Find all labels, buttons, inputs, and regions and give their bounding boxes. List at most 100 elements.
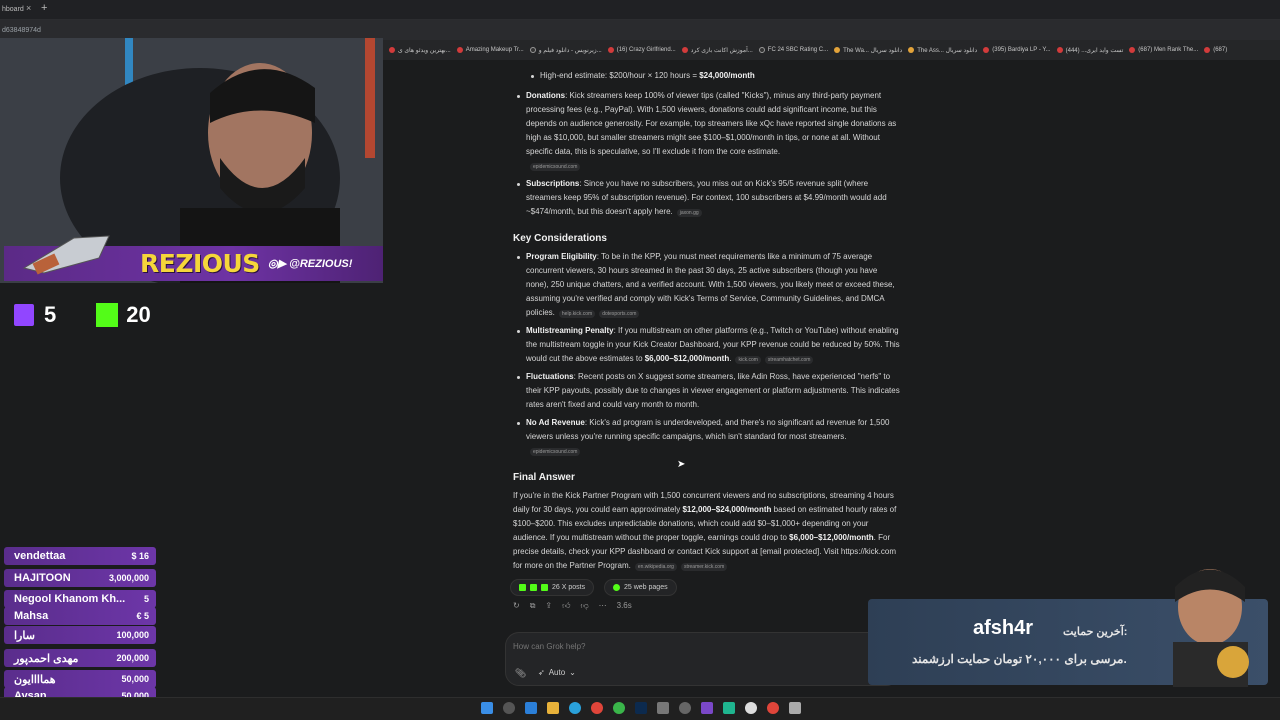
source-chip[interactable]: dotesports.com	[599, 310, 640, 318]
fluctuations-item: Fluctuations: Recent posts on X suggest …	[526, 372, 900, 409]
response-time: 3.6s	[616, 601, 632, 610]
bookmark[interactable]: بهترین ویدئو های ی...	[389, 47, 451, 54]
subscriptions-item: Subscriptions: Since you have no subscri…	[526, 179, 887, 217]
bookmark[interactable]: (687) Men Rank The...	[1129, 47, 1198, 53]
bookmark[interactable]: (687)	[1204, 47, 1227, 53]
obs-icon[interactable]	[745, 702, 757, 714]
chrome-icon[interactable]	[591, 702, 603, 714]
response-actions: ↻ ⧉ ⇪ 👍︎ 👎︎ ⋯ 3.6s	[513, 601, 632, 611]
multistreaming-item: Multistreaming Penalty: If you multistre…	[526, 326, 900, 364]
chrome-alt-icon[interactable]	[767, 702, 779, 714]
rider-icon[interactable]	[701, 702, 713, 714]
bullet	[517, 251, 523, 259]
cleaver-icon	[22, 235, 110, 275]
x-posts-chip[interactable]: 26 X posts	[510, 579, 595, 596]
bullet	[517, 371, 523, 379]
source-chip[interactable]: streamhatchet.com	[764, 356, 814, 364]
source-chip[interactable]: help.kick.com	[558, 310, 596, 318]
source-chip[interactable]: kick.com	[735, 356, 761, 364]
mascot-icon	[1173, 569, 1249, 687]
attach-icon[interactable]: 📎︎	[515, 668, 526, 679]
donation-row: سارا 100,000	[4, 626, 156, 644]
composer	[505, 632, 900, 686]
bookmark[interactable]: The Ass... دانلود سریال	[908, 47, 977, 54]
mouse-cursor-icon: ➤	[677, 459, 686, 470]
address-text: d63848974d	[2, 27, 41, 34]
twitch-viewer-count: 5	[44, 302, 57, 327]
more-icon[interactable]: ⋯	[599, 601, 607, 611]
bookmark[interactable]: (16) Crazy Girlfriend...	[607, 47, 676, 53]
address-bar[interactable]	[0, 20, 1280, 40]
settings-icon[interactable]	[679, 702, 691, 714]
start-icon[interactable]	[481, 702, 493, 714]
support-message: مرسی برای ۲۰,۰۰۰ تومان حمایت ارزشمند.	[912, 652, 1127, 666]
regenerate-icon[interactable]: ↻	[513, 601, 520, 611]
donations-item: Donations: Kick streamers keep 100% of v…	[526, 91, 897, 171]
source-chip[interactable]: epidemicsound.com	[530, 448, 581, 456]
browser-tab[interactable]: hboard	[0, 2, 40, 18]
thumbs-down-icon[interactable]: 👎︎	[581, 601, 589, 611]
bullet	[517, 178, 523, 186]
tab-strip	[0, 0, 1280, 20]
prompt-input[interactable]	[513, 642, 863, 651]
kick-viewer-count: 20	[126, 302, 151, 327]
bullet	[517, 325, 523, 333]
banner-social-handle: ◎▶ @REZIOUS!	[268, 258, 353, 270]
folder-icon[interactable]	[547, 702, 559, 714]
vscode-icon[interactable]	[525, 702, 537, 714]
search-icon[interactable]	[503, 702, 515, 714]
no-ad-revenue-item: No Ad Revenue: Kick's ad program is unde…	[526, 418, 890, 456]
last-support-label: آخرین حمایت:	[1063, 626, 1128, 638]
kick-icon	[96, 303, 119, 327]
telegram-icon[interactable]	[569, 702, 581, 714]
bookmark[interactable]: آموزش اکانت بازی کرد...	[681, 47, 753, 54]
new-tab-icon[interactable]: +	[41, 2, 47, 14]
donation-row: هماااایون 50,000	[4, 670, 156, 688]
twitch-icon	[14, 304, 34, 326]
final-answer-text: If you're in the Kick Partner Program wi…	[513, 491, 897, 571]
notepad-icon[interactable]	[789, 702, 801, 714]
banner-streamer-name: REZIOUS	[140, 249, 260, 278]
final-answer-heading: Final Answer	[513, 472, 575, 483]
bookmark[interactable]: تست واید ایری... (444)	[1056, 47, 1123, 54]
bullet	[531, 70, 537, 78]
chevron-down-icon: ⌄	[569, 668, 576, 677]
supporter-name: afsh4r	[973, 617, 1034, 639]
viewer-counts: 5 20	[14, 302, 151, 328]
app-icon[interactable]	[657, 702, 669, 714]
source-chip[interactable]: streamer.kick.com	[680, 563, 728, 571]
kick-icon	[519, 584, 526, 591]
bookmark[interactable]: Amazing Makeup Tr...	[456, 47, 524, 53]
key-considerations-heading: Key Considerations	[513, 233, 607, 244]
source-chip[interactable]: epidemicsound.com	[530, 163, 581, 171]
instagram-youtube-icon: ◎▶	[268, 258, 290, 270]
mode-selector[interactable]: ➶ Auto ⌄	[538, 668, 576, 677]
donation-row: vendettaa $ 16	[4, 547, 156, 565]
globe-icon	[613, 584, 620, 591]
donation-row: Mahsa € 5	[4, 607, 156, 625]
donation-row: مهدی احمدپور 200,000	[4, 649, 156, 667]
bookmark[interactable]: The Wa... دانلود سریال	[834, 47, 902, 54]
kick-icon	[530, 584, 537, 591]
source-chip[interactable]: en.wikipedia.org	[634, 563, 677, 571]
bullet	[517, 90, 523, 98]
web-pages-chip[interactable]: 25 web pages	[604, 579, 677, 596]
bullet	[517, 417, 523, 425]
bookmark[interactable]: زیرنویس - دانلود فیلم و...	[529, 47, 602, 54]
share-icon[interactable]: ⇪	[545, 601, 552, 611]
bookmarks-bar: بهترین ویدئو های ی... Amazing Makeup Tr.…	[383, 40, 1280, 60]
chrome-profile-icon[interactable]	[613, 702, 625, 714]
source-chip[interactable]: jaxon.gg	[676, 209, 702, 217]
rocket-icon: ➶	[538, 668, 545, 677]
bookmark[interactable]: (395) Bardiya LP - Y...	[983, 47, 1051, 53]
copy-icon[interactable]: ⧉	[530, 601, 536, 611]
close-tab-icon[interactable]: ×	[26, 3, 31, 13]
kick-icon	[541, 584, 548, 591]
thumbs-up-icon[interactable]: 👍︎	[562, 601, 570, 611]
app-icon[interactable]	[723, 702, 735, 714]
donation-row: HAJITOON 3,000,000	[4, 569, 156, 587]
photoshop-icon[interactable]	[635, 702, 647, 714]
eligibility-item: Program Eligibility: To be in the KPP, y…	[526, 252, 895, 318]
bookmark[interactable]: FC 24 SBC Rating C...	[758, 47, 828, 53]
high-end-estimate: High-end estimate: $200/hour × 120 hours…	[540, 71, 755, 80]
